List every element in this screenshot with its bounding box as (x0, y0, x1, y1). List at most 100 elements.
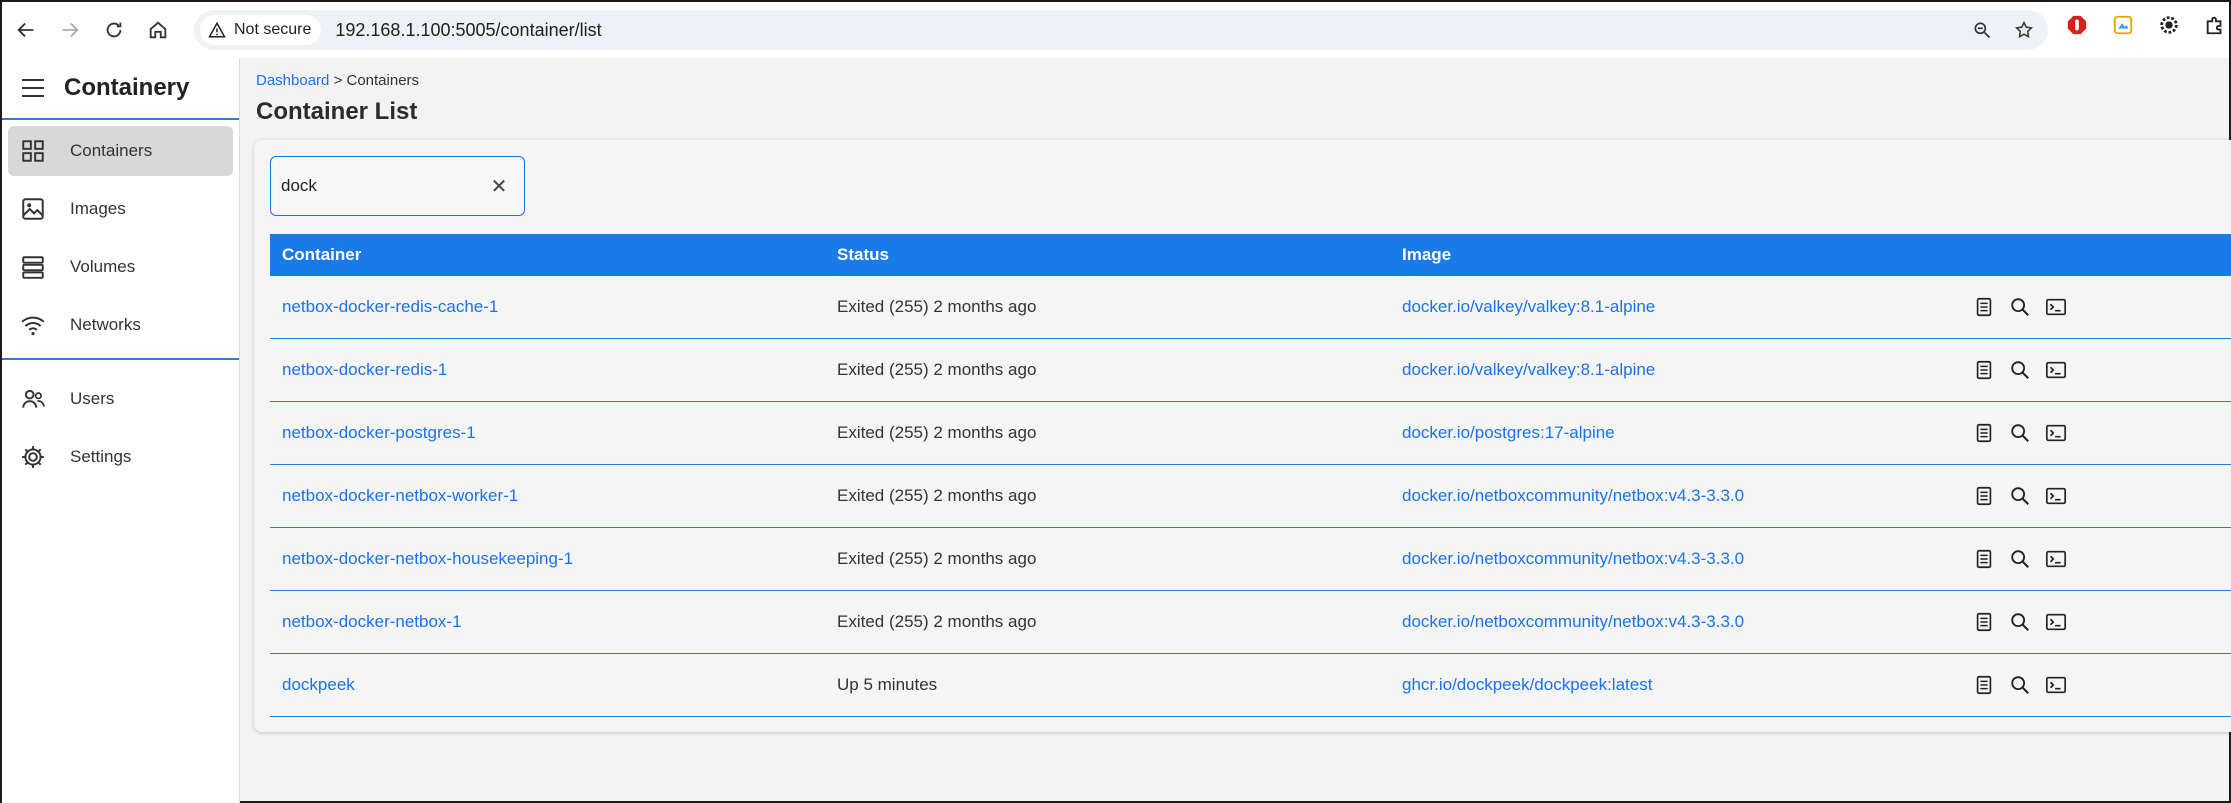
container-status: Exited (255) 2 months ago (837, 297, 1037, 316)
inspect-icon[interactable] (2008, 358, 2032, 382)
extension-gear-icon[interactable] (2158, 14, 2180, 36)
sidebar-item-networks[interactable]: Networks (8, 300, 233, 350)
database-icon (20, 254, 46, 280)
table-row: netbox-docker-postgres-1 Exited (255) 2 … (270, 402, 2231, 465)
close-icon[interactable]: ✕ (488, 175, 510, 198)
sidebar-header: Containery (2, 58, 239, 120)
terminal-icon[interactable] (2044, 610, 2068, 634)
container-image-link[interactable]: docker.io/netboxcommunity/netbox:v4.3-3.… (1402, 549, 1744, 568)
row-actions (1972, 610, 2231, 634)
sidebar: Containery Containers Images Volumes Net… (2, 58, 240, 803)
home-button[interactable] (138, 10, 178, 50)
terminal-icon[interactable] (2044, 358, 2068, 382)
container-image-link[interactable]: docker.io/postgres:17-alpine (1402, 423, 1615, 442)
browser-toolbar: Not secure 192.168.1.100:5005/container/… (2, 2, 2229, 58)
reload-button[interactable] (94, 10, 134, 50)
table-header: Container Status Image (270, 234, 2231, 276)
container-name-link[interactable]: netbox-docker-netbox-1 (282, 612, 462, 631)
wifi-icon (20, 312, 46, 338)
container-table: Container Status Image netbox-docker-red… (270, 234, 2231, 717)
container-name-link[interactable]: netbox-docker-redis-cache-1 (282, 297, 498, 316)
menu-icon[interactable] (22, 79, 44, 97)
sidebar-item-containers[interactable]: Containers (8, 126, 233, 176)
container-status: Exited (255) 2 months ago (837, 612, 1037, 631)
security-label: Not secure (234, 21, 312, 38)
arrow-right-icon (62, 22, 79, 38)
url-host: 192.168.1.100 (335, 19, 451, 40)
terminal-icon[interactable] (2044, 547, 2068, 571)
breadcrumb-dashboard-link[interactable]: Dashboard (256, 72, 329, 89)
container-status: Up 5 minutes (837, 675, 938, 694)
inspect-icon[interactable] (2008, 421, 2032, 445)
logs-icon[interactable] (1972, 295, 1996, 319)
sidebar-item-label: Images (70, 199, 126, 218)
terminal-icon[interactable] (2044, 484, 2068, 508)
main-content: Dashboard > Containers Container List ✕ … (242, 58, 2231, 803)
sidebar-item-settings[interactable]: Settings (8, 432, 233, 482)
container-status: Exited (255) 2 months ago (837, 360, 1037, 379)
grid-icon (20, 138, 46, 164)
sidebar-item-volumes[interactable]: Volumes (8, 242, 233, 292)
inspect-icon[interactable] (2008, 295, 2032, 319)
container-image-link[interactable]: docker.io/valkey/valkey:8.1-alpine (1402, 297, 1655, 316)
extension-color-icon[interactable] (2112, 14, 2134, 36)
warning-icon (208, 21, 226, 38)
sidebar-secondary-nav: Users Settings (2, 368, 239, 482)
logs-icon[interactable] (1972, 421, 1996, 445)
gear-icon (20, 444, 46, 470)
table-row: netbox-docker-netbox-worker-1 Exited (25… (270, 465, 2231, 528)
inspect-icon[interactable] (2008, 673, 2032, 697)
image-icon (20, 196, 46, 222)
header-status[interactable]: Status (837, 245, 1402, 265)
home-icon (149, 21, 167, 39)
inspect-icon[interactable] (2008, 547, 2032, 571)
logs-icon[interactable] (1972, 484, 1996, 508)
container-name-link[interactable]: dockpeek (282, 675, 355, 694)
container-image-link[interactable]: docker.io/netboxcommunity/netbox:v4.3-3.… (1402, 612, 1744, 631)
container-name-link[interactable]: netbox-docker-postgres-1 (282, 423, 476, 442)
logs-icon[interactable] (1972, 610, 1996, 634)
star-icon[interactable] (2014, 20, 2034, 40)
inspect-icon[interactable] (2008, 610, 2032, 634)
back-button[interactable] (6, 10, 46, 50)
security-indicator[interactable]: Not secure (200, 15, 322, 45)
sidebar-item-label: Volumes (70, 257, 136, 276)
sidebar-item-label: Networks (70, 315, 141, 334)
url-path: :5005/container/list (450, 19, 602, 40)
forward-button[interactable] (50, 10, 90, 50)
container-name-link[interactable]: netbox-docker-netbox-housekeeping-1 (282, 549, 573, 568)
table-row: netbox-docker-redis-cache-1 Exited (255)… (270, 276, 2231, 339)
extension-shield-icon[interactable] (2066, 14, 2088, 36)
sidebar-item-label: Settings (70, 447, 132, 466)
table-row: netbox-docker-netbox-1 Exited (255) 2 mo… (270, 591, 2231, 654)
logs-icon[interactable] (1972, 358, 1996, 382)
inspect-icon[interactable] (2008, 484, 2032, 508)
sidebar-item-images[interactable]: Images (8, 184, 233, 234)
zoom-icon[interactable] (1972, 20, 1992, 40)
extensions-puzzle-icon[interactable] (2204, 14, 2226, 36)
reload-icon (106, 22, 122, 38)
url-text[interactable]: 192.168.1.100:5005/container/list (335, 20, 601, 41)
container-name-link[interactable]: netbox-docker-netbox-worker-1 (282, 486, 518, 505)
table-row: dockpeek Up 5 minutes ghcr.io/dockpeek/d… (270, 654, 2231, 717)
header-image[interactable]: Image (1402, 245, 1972, 265)
address-bar[interactable]: Not secure 192.168.1.100:5005/container/… (194, 10, 2048, 50)
terminal-icon[interactable] (2044, 295, 2068, 319)
container-name-link[interactable]: netbox-docker-redis-1 (282, 360, 447, 379)
search-input[interactable] (281, 176, 471, 196)
container-image-link[interactable]: docker.io/valkey/valkey:8.1-alpine (1402, 360, 1655, 379)
container-image-link[interactable]: ghcr.io/dockpeek/dockpeek:latest (1402, 675, 1652, 694)
terminal-icon[interactable] (2044, 673, 2068, 697)
logs-icon[interactable] (1972, 673, 1996, 697)
table-body: netbox-docker-redis-cache-1 Exited (255)… (270, 276, 2231, 717)
table-row: netbox-docker-netbox-housekeeping-1 Exit… (270, 528, 2231, 591)
logs-icon[interactable] (1972, 547, 1996, 571)
container-status: Exited (255) 2 months ago (837, 423, 1037, 442)
terminal-icon[interactable] (2044, 421, 2068, 445)
container-image-link[interactable]: docker.io/netboxcommunity/netbox:v4.3-3.… (1402, 486, 1744, 505)
header-container[interactable]: Container (270, 245, 837, 265)
container-status: Exited (255) 2 months ago (837, 486, 1037, 505)
row-actions (1972, 547, 2231, 571)
sidebar-item-label: Users (70, 389, 115, 408)
sidebar-item-users[interactable]: Users (8, 374, 233, 424)
